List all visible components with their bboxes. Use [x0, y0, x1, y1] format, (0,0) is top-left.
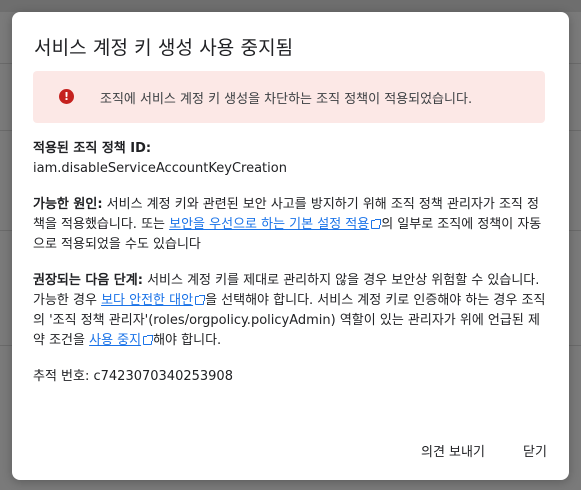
error-alert-banner: ! 조직에 서비스 계정 키 생성을 차단하는 조직 정책이 적용되었습니다. — [33, 71, 545, 123]
dialog-title: 서비스 계정 키 생성 사용 중지됨 — [34, 37, 294, 59]
disable-constraint-link[interactable]: 사용 중지 — [89, 333, 141, 348]
policy-label: 적용된 조직 정책 ID: — [33, 141, 152, 156]
tracking-number: 추적 번호: c7423070340253908 — [33, 369, 233, 384]
cause-label: 가능한 원인: — [33, 197, 103, 212]
alert-message: 조직에 서비스 계정 키 생성을 차단하는 조직 정책이 적용되었습니다. — [100, 92, 473, 107]
next-steps-text-end: 해야 합니다. — [153, 333, 222, 348]
error-icon: ! — [59, 89, 74, 104]
safer-alternatives-link[interactable]: 보다 안전한 대안 — [101, 293, 193, 308]
policy-id-value: iam.disableServiceAccountKeyCreation — [33, 161, 287, 176]
policy-section: 적용된 조직 정책 ID: iam.disableServiceAccountK… — [33, 139, 549, 179]
background-header — [0, 0, 581, 12]
send-feedback-button[interactable]: 의견 보내기 — [421, 441, 485, 460]
next-steps-section: 권장되는 다음 단계: 서비스 계정 키를 제대로 관리하지 않을 경우 보안상… — [33, 271, 549, 351]
cause-section: 가능한 원인: 서비스 계정 키와 관련된 보안 사고를 방지하기 위해 조직 … — [33, 195, 549, 255]
service-account-key-disabled-dialog: 서비스 계정 키 생성 사용 중지됨 ! 조직에 서비스 계정 키 생성을 차단… — [12, 12, 569, 480]
secure-defaults-link[interactable]: 보안을 우선으로 하는 기본 설정 적용 — [169, 217, 369, 232]
external-link-icon — [143, 335, 154, 345]
external-link-icon — [195, 295, 206, 305]
next-steps-label: 권장되는 다음 단계: — [33, 273, 143, 288]
external-link-icon — [371, 219, 382, 229]
close-button[interactable]: 닫기 — [523, 441, 547, 460]
